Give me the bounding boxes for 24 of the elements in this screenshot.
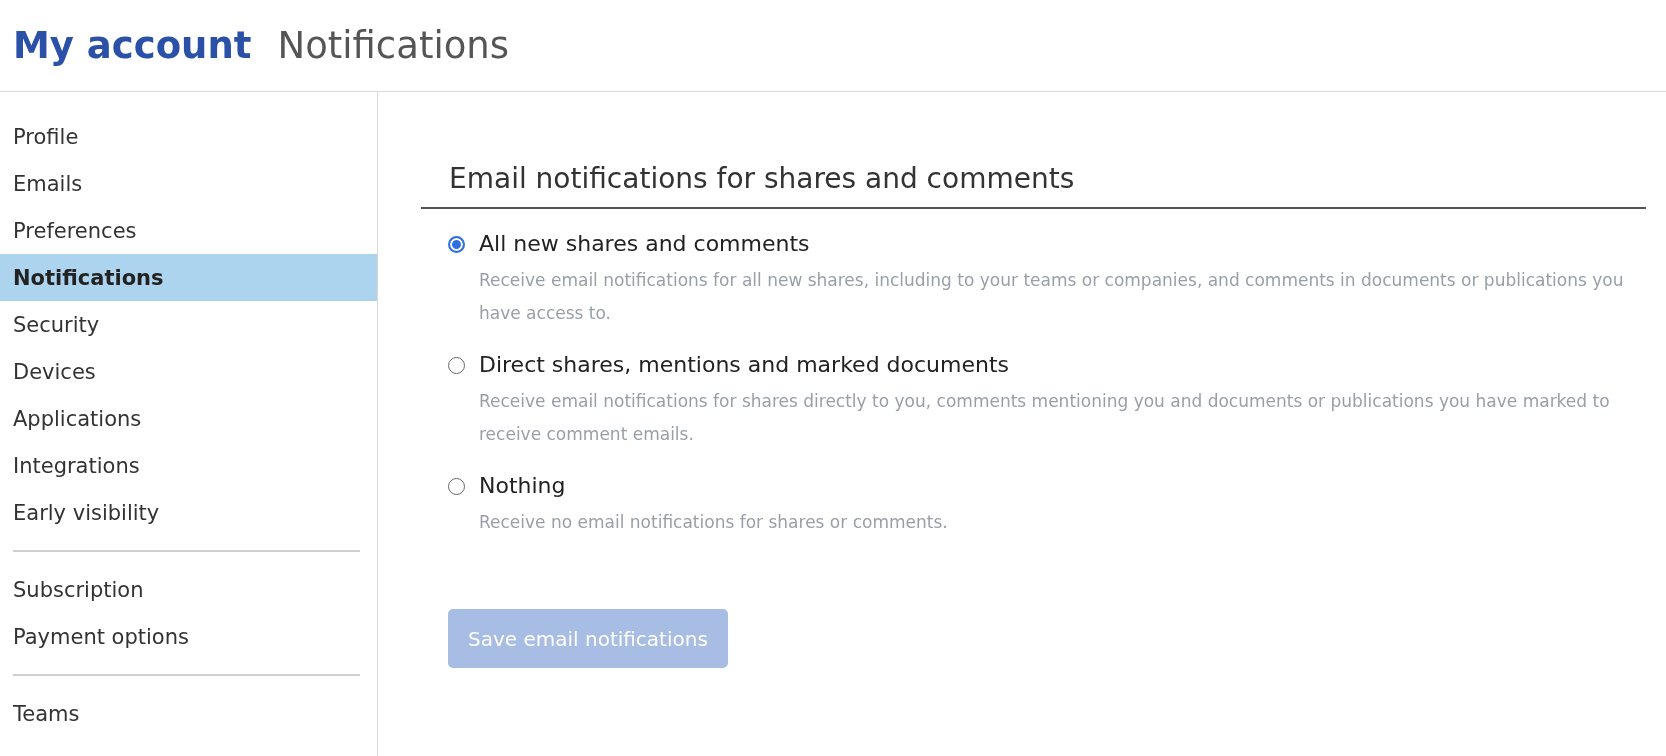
sidebar-item[interactable]: Integrations: [0, 442, 377, 489]
sidebar-item[interactable]: Emails: [0, 160, 377, 207]
option-label: All new shares and comments: [479, 231, 811, 256]
radio-button[interactable]: [448, 357, 465, 374]
sidebar-item[interactable]: Early visibility: [0, 489, 377, 536]
radio-button[interactable]: [448, 478, 465, 495]
sidebar-item[interactable]: Notifications: [0, 254, 377, 301]
option-description: Receive email notifications for shares directly to you, comments mentioning you and documents or publications you have marked to receive comment emails.: [479, 390, 1611, 446]
sidebar-item[interactable]: Devices: [0, 348, 377, 395]
option-label: Nothing: [479, 473, 567, 498]
page-title: My account: [13, 24, 252, 67]
sidebar-item[interactable]: Applications: [0, 395, 377, 442]
sidebar-item[interactable]: Profile: [0, 113, 377, 160]
option-description: Receive email notifications for all new shares, including to your teams or companies, and comments in documents or publications you have access to.: [479, 269, 1625, 325]
page-subtitle: Notifications: [277, 24, 510, 67]
option-label: Direct shares, mentions and marked documents: [479, 352, 1011, 377]
section-heading: Email notifications for shares and comments: [421, 162, 1646, 209]
sidebar-item[interactable]: Preferences: [0, 207, 377, 254]
sidebar-item[interactable]: Security: [0, 301, 377, 348]
sidebar-item[interactable]: Teams: [0, 690, 377, 737]
option-description: Receive no email notifications for shares or comments.: [479, 511, 948, 534]
sidebar-item[interactable]: Subscription: [0, 566, 377, 613]
radio-button[interactable]: [448, 236, 465, 253]
sidebar-item[interactable]: Payment options: [0, 613, 377, 660]
